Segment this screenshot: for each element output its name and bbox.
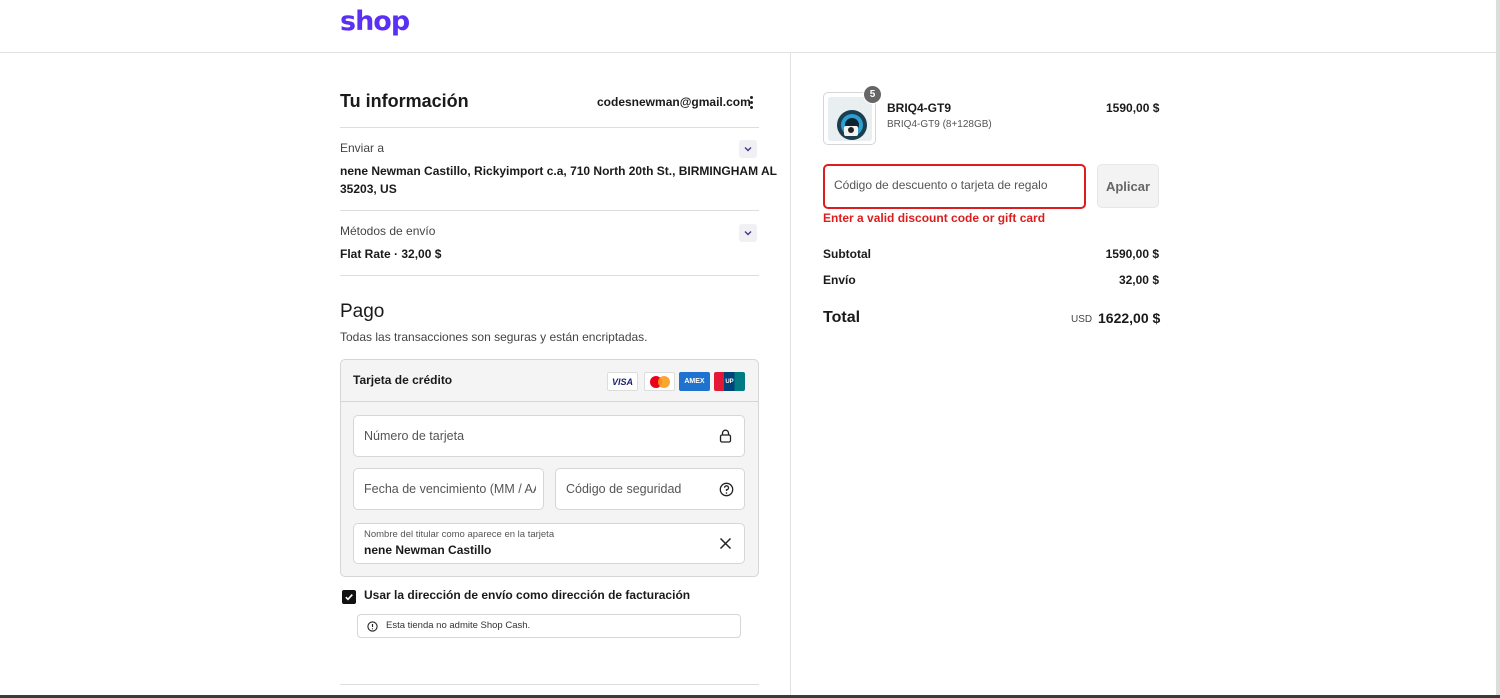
visa-icon: VISA [607, 372, 638, 391]
product-price: 1590,00 $ [1106, 101, 1160, 115]
divider [340, 275, 759, 276]
shop-logo[interactable]: shop [340, 6, 410, 37]
security-code-input[interactable]: Código de seguridad [555, 468, 745, 510]
expiry-date-input[interactable]: Fecha de vencimiento (MM / AA) [353, 468, 544, 510]
billing-same-checkbox[interactable] [342, 590, 356, 604]
divider [340, 210, 759, 211]
payment-title: Pago [340, 301, 385, 322]
window-edge [1496, 0, 1500, 698]
quantity-badge: 5 [863, 85, 882, 104]
ship-to-label: Enviar a [340, 141, 385, 155]
product-variant: BRIQ4-GT9 (8+128GB) [887, 119, 992, 130]
discount-code-input[interactable]: Código de descuento o tarjeta de regalo [823, 164, 1086, 209]
total-value: 1622,00 $ [1098, 310, 1161, 326]
amex-icon: AMEX [679, 372, 710, 391]
shipping-method-label: Métodos de envío [340, 224, 436, 238]
info-title: Tu información [340, 91, 469, 111]
discount-error-message: Enter a valid discount code or gift card [823, 211, 1046, 225]
billing-same-label[interactable]: Usar la dirección de envío como direcció… [364, 588, 690, 602]
clear-icon[interactable] [719, 537, 732, 550]
mastercard-icon [644, 372, 675, 391]
subtotal-value: 1590,00 $ [1105, 247, 1159, 261]
shipping-method-chevron-down-icon[interactable] [739, 224, 757, 242]
expiry-placeholder: Fecha de vencimiento (MM / AA) [364, 482, 536, 496]
account-email: codesnewman@gmail.com [597, 95, 751, 109]
shop-cash-notice: Esta tienda no admite Shop Cash. [357, 614, 741, 638]
divider [340, 127, 759, 128]
payment-subtitle: Todas las transacciones son seguras y es… [340, 330, 648, 344]
unionpay-icon: UP [714, 372, 745, 391]
credit-card-label: Tarjeta de crédito [353, 373, 453, 387]
checkmark-icon [345, 594, 353, 601]
product-image [828, 97, 872, 141]
cardholder-name-input[interactable]: Nombre del titular como aparece en la ta… [353, 523, 745, 564]
apply-discount-button[interactable]: Aplicar [1097, 164, 1159, 208]
product-name: BRIQ4-GT9 [887, 101, 952, 115]
card-number-placeholder: Número de tarjeta [364, 429, 465, 443]
header: shop [0, 0, 1500, 53]
credit-card-header[interactable]: Tarjeta de crédito VISA AMEX UP [341, 360, 758, 402]
info-icon [367, 621, 378, 632]
security-code-placeholder: Código de seguridad [566, 482, 682, 496]
account-menu-icon[interactable] [748, 96, 754, 111]
total-label: Total [823, 309, 861, 326]
ship-to-address-line2: 35203, US [340, 182, 397, 196]
total-currency: USD [1071, 314, 1093, 325]
shipping-label: Envío [823, 273, 856, 287]
credit-card-panel: Tarjeta de crédito VISA AMEX UP Número d… [340, 359, 759, 577]
subtotal-label: Subtotal [823, 247, 871, 261]
shipping-value: 32,00 $ [1118, 273, 1159, 287]
divider [340, 684, 759, 685]
ship-to-chevron-down-icon[interactable] [739, 140, 757, 158]
cardholder-name-label: Nombre del titular como aparece en la ta… [364, 529, 555, 540]
shop-cash-notice-text: Esta tienda no admite Shop Cash. [386, 620, 531, 631]
discount-code-placeholder: Código de descuento o tarjeta de regalo [834, 178, 1048, 192]
help-icon[interactable] [719, 482, 734, 497]
lock-icon [719, 429, 732, 443]
order-summary-panel [790, 53, 1500, 698]
shipping-method-value: Flat Rate · 32,00 $ [340, 247, 442, 261]
ship-to-address-line1: nene Newman Castillo, Rickyimport c.a, 7… [340, 164, 777, 178]
card-number-input[interactable]: Número de tarjeta [353, 415, 745, 457]
cardholder-name-value: nene Newman Castillo [364, 543, 492, 557]
